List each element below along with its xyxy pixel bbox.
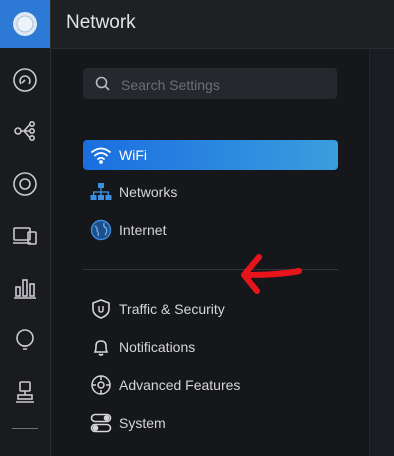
globe-icon [89,218,113,242]
search-icon [95,76,110,91]
page-title: Network [66,12,136,33]
settings-nav-panel: WiFi Networks In [51,49,369,456]
search-field[interactable] [83,68,337,101]
nav-item-label: WiFi [119,147,147,163]
nav-item-label: Advanced Features [119,377,241,393]
nav-item-label: Networks [119,184,178,200]
nav-item-label: Internet [119,222,167,238]
topology-icon[interactable] [7,113,43,149]
toggles-icon [89,411,113,435]
insights-icon[interactable] [7,322,43,358]
nav-item-internet[interactable]: Internet [83,215,338,245]
clients-icon[interactable] [7,218,43,254]
app-sidebar-rail [0,0,51,456]
rail-divider [12,428,38,429]
nav-item-wifi[interactable]: WiFi [83,140,338,170]
nav-item-label: Notifications [119,339,196,355]
devices-icon[interactable] [7,166,43,202]
unifi-logo[interactable] [0,0,50,48]
statistics-icon[interactable] [7,270,43,306]
networks-icon [89,180,113,204]
nav-item-label: System [119,415,166,431]
content-area [369,49,394,456]
bell-icon [89,335,113,359]
nav-item-notifications[interactable]: Notifications [83,332,338,362]
annotation-arrow-icon [241,254,302,294]
advanced-icon [89,373,113,397]
nav-item-system[interactable]: System [83,408,338,438]
search-input[interactable] [119,68,333,101]
alarm-icon[interactable] [7,374,43,410]
nav-item-networks[interactable]: Networks [83,177,338,207]
nav-item-advanced-features[interactable]: Advanced Features [83,370,338,400]
shield-icon [89,297,113,321]
dashboard-icon[interactable] [7,62,43,98]
logo-icon [13,12,37,36]
nav-item-label: Traffic & Security [119,301,225,317]
page-header: Network [51,0,394,49]
wifi-icon [89,143,113,167]
nav-item-traffic-security[interactable]: Traffic & Security [83,294,338,324]
